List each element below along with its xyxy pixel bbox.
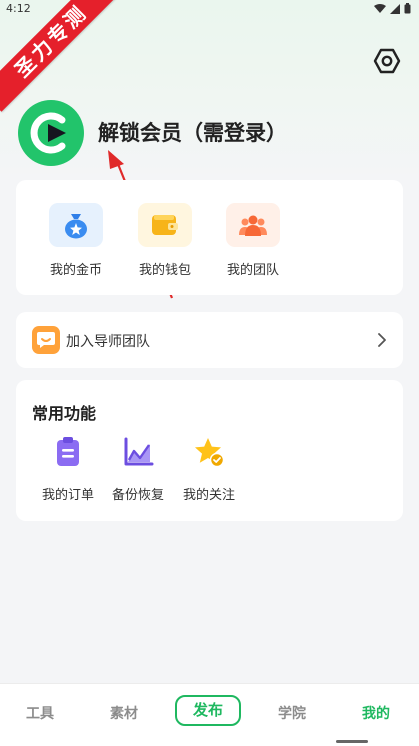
chat-bubble-icon (32, 326, 60, 354)
clipboard-icon (57, 437, 79, 466)
team-icon (226, 203, 280, 247)
chart-icon (124, 437, 154, 466)
unlock-member-title[interactable]: 解锁会员（需登录） (98, 117, 287, 147)
app-logo[interactable] (18, 100, 84, 166)
home-indicator (336, 740, 368, 743)
star-icon (195, 438, 225, 468)
tab-mine[interactable]: 我的 (362, 703, 390, 723)
wifi-icon (374, 3, 386, 13)
my-team-item[interactable]: 我的团队 (215, 203, 291, 278)
settings-icon[interactable] (373, 47, 401, 75)
tab-publish[interactable]: 发布 (175, 695, 241, 726)
join-mentor-team-row[interactable]: 加入导师团队 (16, 312, 403, 368)
my-orders-item[interactable]: 我的订单 (33, 436, 103, 503)
common-functions-card: 常用功能 我的订单 备份恢复 我的关注 (16, 380, 403, 521)
tab-academy[interactable]: 学院 (278, 703, 306, 723)
wallet-card: 我的金币 我的钱包 我的团队 (16, 180, 403, 295)
join-mentor-team-label: 加入导师团队 (66, 334, 150, 350)
my-orders-label: 我的订单 (41, 488, 94, 503)
chevron-right-icon (378, 333, 386, 347)
my-coins-label: 我的金币 (49, 263, 102, 278)
wallet-icon (138, 203, 192, 247)
my-team-label: 我的团队 (226, 263, 279, 278)
my-coins-item[interactable]: 我的金币 (38, 203, 114, 278)
coin-bag-icon (49, 203, 103, 247)
tab-materials[interactable]: 素材 (110, 703, 138, 723)
status-time: 4:12 (6, 2, 31, 15)
tab-tools[interactable]: 工具 (26, 703, 54, 723)
my-wallet-label: 我的钱包 (138, 263, 191, 278)
common-functions-title: 常用功能 (32, 404, 97, 423)
signal-icon (390, 3, 400, 14)
my-wallet-item[interactable]: 我的钱包 (127, 203, 203, 278)
battery-icon (404, 3, 411, 14)
backup-restore-item[interactable]: 备份恢复 (103, 436, 173, 503)
my-follows-label: 我的关注 (182, 488, 235, 503)
my-follows-item[interactable]: 我的关注 (174, 436, 244, 503)
bottom-tab-bar: 工具 素材 发布 学院 我的 (0, 683, 419, 746)
backup-restore-label: 备份恢复 (111, 488, 164, 503)
